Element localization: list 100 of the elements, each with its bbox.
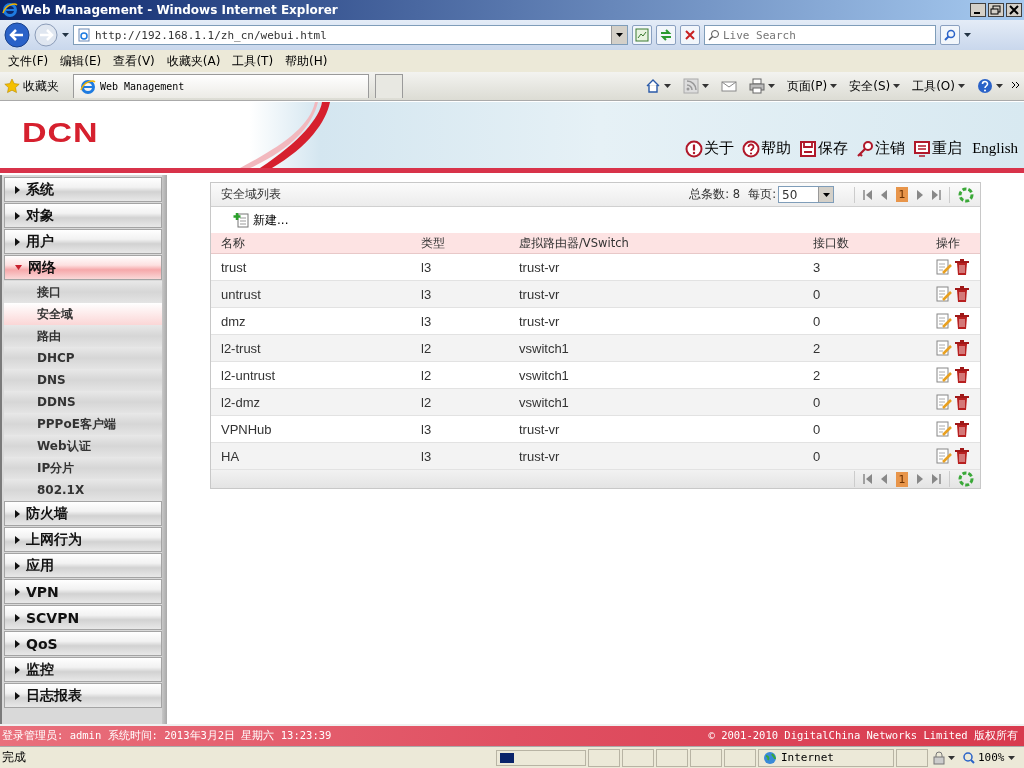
maximize-icon[interactable] xyxy=(988,3,1004,17)
trash-icon[interactable] xyxy=(955,394,969,410)
table-cell: 2 xyxy=(803,361,926,389)
table-cell: l3 xyxy=(411,415,509,443)
table-cell: VPNHub xyxy=(211,415,411,443)
header-link[interactable]: 保存 xyxy=(799,139,849,158)
refresh-icon[interactable] xyxy=(958,471,974,487)
key-icon xyxy=(856,139,875,158)
next-page-icon[interactable] xyxy=(916,189,923,200)
browser-tab[interactable]: Web Management xyxy=(73,74,369,98)
new-button[interactable]: 新建... xyxy=(233,211,289,229)
page-number[interactable]: 1 xyxy=(896,187,908,202)
sidebar-item[interactable]: 网络 xyxy=(4,255,162,280)
mail-icon xyxy=(720,78,737,94)
sidebar-item[interactable]: 日志报表 xyxy=(4,683,162,708)
header-link[interactable]: 重启 xyxy=(913,139,963,158)
sidebar-subitem[interactable]: DNS xyxy=(4,369,162,391)
table-cell: 0 xyxy=(803,307,926,335)
command-menu[interactable]: 安全(S) xyxy=(846,77,904,95)
header-link[interactable]: 注销 xyxy=(856,139,906,158)
back-icon[interactable] xyxy=(4,22,30,48)
sidebar-item[interactable]: 用户 xyxy=(4,229,162,254)
sidebar-item[interactable]: 对象 xyxy=(4,203,162,228)
caret-icon[interactable] xyxy=(964,33,971,37)
next-page-icon[interactable] xyxy=(916,474,923,484)
caret-icon[interactable] xyxy=(822,192,830,197)
first-page-icon[interactable] xyxy=(863,474,873,484)
sidebar-subitem[interactable]: 接口 xyxy=(4,281,162,303)
caret-icon[interactable] xyxy=(62,33,69,37)
sidebar-subitem[interactable]: 路由 xyxy=(4,325,162,347)
trash-icon[interactable] xyxy=(955,421,969,437)
refresh-icon[interactable] xyxy=(958,186,974,203)
search-field[interactable]: Live Search xyxy=(704,25,936,45)
sidebar-subitem[interactable]: PPPoE客户端 xyxy=(4,413,162,435)
per-page-select[interactable]: 50 xyxy=(778,186,834,203)
previous-page-icon[interactable] xyxy=(881,189,888,200)
sidebar-item[interactable]: 上网行为 xyxy=(4,527,162,552)
caret-icon[interactable] xyxy=(616,33,623,37)
trash-icon[interactable] xyxy=(955,340,969,356)
sidebar-item[interactable]: SCVPN xyxy=(4,605,162,630)
sidebar-item[interactable]: 系统 xyxy=(4,177,162,202)
protected-mode-button[interactable] xyxy=(930,750,958,765)
caret-icon[interactable] xyxy=(958,84,965,88)
sidebar-subitem[interactable]: Web认证 xyxy=(4,435,162,457)
sidebar-subitem[interactable]: DDNS xyxy=(4,391,162,413)
caret-icon[interactable] xyxy=(1007,755,1015,760)
menu-item[interactable]: 帮助(H) xyxy=(281,52,336,70)
monitor-icon xyxy=(913,139,932,158)
caret-icon[interactable] xyxy=(830,84,838,88)
menu-item[interactable]: 编辑(E) xyxy=(56,52,110,70)
compatibility-icon[interactable] xyxy=(635,28,649,42)
table-cell: l2-untrust xyxy=(211,361,411,389)
status-panel xyxy=(656,748,688,767)
browser-logo-icon xyxy=(2,2,18,18)
close-icon[interactable] xyxy=(1006,3,1022,17)
panel-title: 安全域列表 xyxy=(221,187,282,202)
caret-icon[interactable] xyxy=(663,84,671,88)
caret-icon[interactable] xyxy=(767,84,775,88)
trash-icon[interactable] xyxy=(955,286,969,302)
zoom-button[interactable]: 100% xyxy=(960,751,1018,764)
trash-icon[interactable] xyxy=(955,367,969,383)
last-page-icon[interactable] xyxy=(931,189,941,200)
previous-page-icon[interactable] xyxy=(881,474,888,484)
caret-icon[interactable] xyxy=(701,84,709,88)
trash-icon[interactable] xyxy=(955,259,969,275)
sidebar-subitem[interactable]: 802.1X xyxy=(4,479,162,501)
language-link[interactable]: English xyxy=(972,140,1018,157)
header-link[interactable]: 帮助 xyxy=(742,139,792,158)
trash-icon[interactable] xyxy=(955,448,969,464)
trash-icon[interactable] xyxy=(955,313,969,329)
caret-icon[interactable] xyxy=(893,84,901,88)
first-page-icon[interactable] xyxy=(863,189,873,200)
sidebar-item[interactable]: 监控 xyxy=(4,657,162,682)
menu-item[interactable]: 收藏夹(A) xyxy=(162,52,229,70)
sidebar-item[interactable]: 防火墙 xyxy=(4,501,162,526)
page-number[interactable]: 1 xyxy=(896,471,908,487)
favorites-button[interactable]: 收藏夹 xyxy=(4,77,67,95)
search-icon[interactable] xyxy=(943,28,957,42)
address-field[interactable]: http://192.168.1.1/zh_cn/webui.html xyxy=(73,25,628,45)
last-page-icon[interactable] xyxy=(931,474,941,484)
caret-icon[interactable] xyxy=(948,755,955,760)
refresh-icon[interactable] xyxy=(659,28,673,42)
menu-item[interactable]: 文件(F) xyxy=(4,52,57,70)
sidebar-subitem[interactable]: 安全域 xyxy=(4,303,162,325)
chevron-icon[interactable] xyxy=(1012,81,1020,91)
command-menu[interactable]: 页面(P) xyxy=(783,77,841,95)
menu-item[interactable]: 查看(V) xyxy=(109,52,163,70)
status-text: 完成 xyxy=(2,749,27,766)
caret-icon[interactable] xyxy=(996,84,1003,88)
sidebar-subitem[interactable]: DHCP xyxy=(4,347,162,369)
table-cell: l3 xyxy=(411,442,509,470)
header-link[interactable]: 关于 xyxy=(685,139,735,158)
sidebar-item[interactable]: QoS xyxy=(4,631,162,656)
command-menu[interactable]: 工具(O) xyxy=(909,77,968,95)
sidebar-subitem[interactable]: IP分片 xyxy=(4,457,162,479)
sidebar-item[interactable]: VPN xyxy=(4,579,162,604)
menu-item[interactable]: 工具(T) xyxy=(228,52,282,70)
sidebar-item[interactable]: 应用 xyxy=(4,553,162,578)
stop-icon[interactable] xyxy=(683,28,697,42)
minimize-icon[interactable] xyxy=(970,3,986,17)
